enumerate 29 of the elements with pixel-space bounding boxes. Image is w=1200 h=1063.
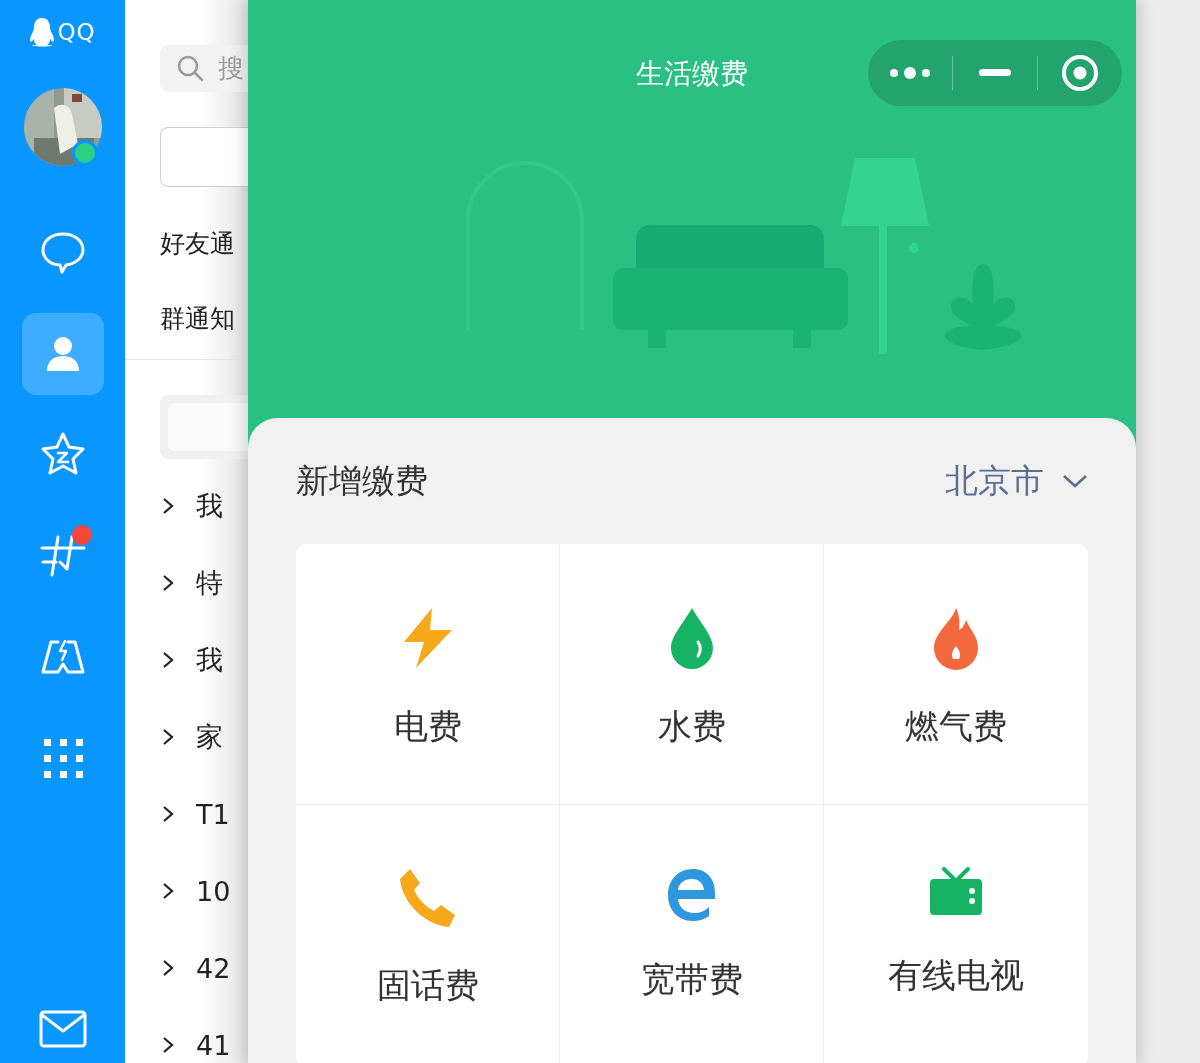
mail-icon — [37, 1009, 88, 1049]
friend-group[interactable]: 41 — [160, 1027, 231, 1063]
close-icon — [1060, 53, 1100, 93]
friend-group[interactable]: T1 — [160, 796, 230, 832]
service-tile[interactable]: 水费 — [560, 544, 824, 805]
friend-group[interactable]: 家 — [160, 719, 223, 755]
friend-group[interactable]: 我 — [160, 488, 223, 524]
input-field[interactable] — [160, 126, 248, 187]
app-logo: QQ — [29, 14, 96, 50]
section-title: 新增缴费 — [296, 459, 428, 502]
service-tile[interactable]: 燃气费 — [824, 544, 1088, 805]
penguin-icon — [29, 17, 56, 47]
notice-item[interactable]: 好友通 — [160, 226, 235, 262]
more-icon — [889, 66, 931, 80]
search-placeholder: 搜 — [218, 51, 244, 85]
notice-item[interactable]: 群通知 — [160, 301, 235, 337]
nav-button[interactable] — [21, 313, 104, 395]
service-tile[interactable]: 固话费 — [296, 805, 560, 1063]
chevron-down-icon — [1062, 473, 1088, 489]
minimize-icon — [979, 69, 1011, 77]
phone-handset-icon — [397, 867, 458, 929]
city-selector[interactable]: 北京市 — [945, 458, 1088, 504]
search-icon — [176, 54, 204, 83]
window-title: 生活缴费 — [636, 56, 748, 92]
friend-group[interactable]: 10 — [160, 873, 231, 909]
friend-group[interactable]: 42 — [160, 950, 231, 986]
friend-group[interactable]: 特 — [160, 565, 223, 601]
service-tile[interactable]: 电费 — [296, 544, 560, 805]
friend-group[interactable]: 我 — [160, 642, 223, 678]
